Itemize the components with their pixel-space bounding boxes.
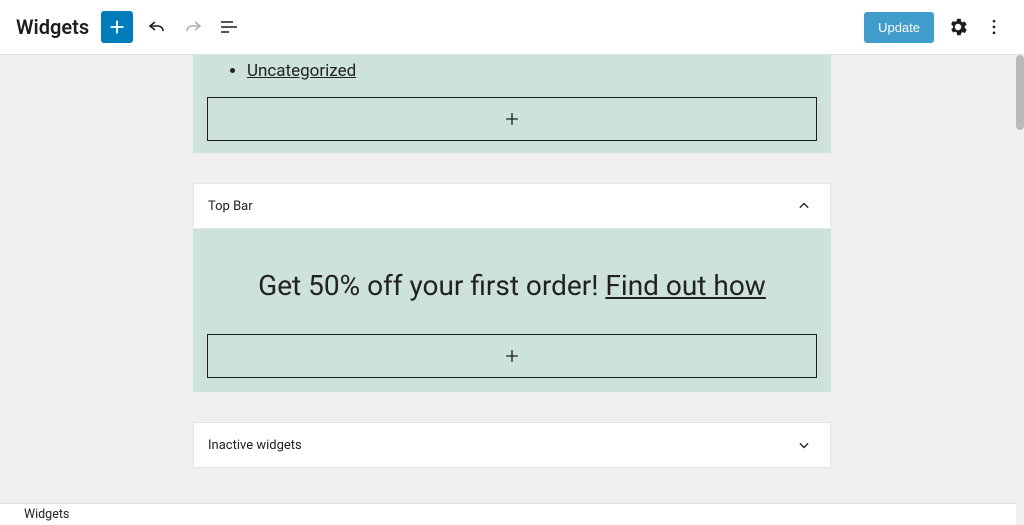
- redo-button[interactable]: [175, 9, 211, 45]
- category-link[interactable]: Uncategorized: [247, 61, 356, 81]
- widget-area-header[interactable]: Inactive widgets: [193, 422, 831, 468]
- add-block-appender[interactable]: [207, 334, 817, 378]
- promo-link[interactable]: Find out how: [605, 269, 765, 302]
- editor-canvas: Uncategorized Top Bar Get 50%: [0, 55, 1024, 503]
- scrollbar-thumb[interactable]: [1016, 55, 1024, 130]
- add-block-appender[interactable]: [207, 97, 817, 141]
- breadcrumb-item[interactable]: Widgets: [24, 507, 69, 522]
- settings-button[interactable]: [940, 9, 976, 45]
- plus-icon: [502, 346, 522, 366]
- promo-text: Get 50% off your first order!: [258, 269, 605, 302]
- widget-area-title: Inactive widgets: [208, 438, 302, 453]
- list-view-icon: [217, 15, 241, 39]
- update-button[interactable]: Update: [864, 12, 934, 43]
- paragraph-block[interactable]: Get 50% off your first order! Find out h…: [207, 269, 817, 302]
- more-vertical-icon: [984, 17, 1004, 37]
- chevron-down-icon: [794, 435, 814, 455]
- undo-button[interactable]: [139, 9, 175, 45]
- categories-block[interactable]: Uncategorized: [207, 55, 817, 97]
- category-item: Uncategorized: [247, 61, 817, 81]
- gear-icon: [947, 16, 969, 38]
- undo-icon: [145, 15, 169, 39]
- widget-area-body: Get 50% off your first order! Find out h…: [193, 229, 831, 392]
- page-title: Widgets: [16, 15, 89, 39]
- more-options-button[interactable]: [976, 9, 1012, 45]
- plus-icon: [106, 16, 128, 38]
- editor-toolbar: Widgets Update: [0, 0, 1024, 55]
- chevron-up-icon: [794, 196, 814, 216]
- widget-area-title: Top Bar: [208, 199, 253, 214]
- list-view-button[interactable]: [211, 9, 247, 45]
- plus-icon: [502, 109, 522, 129]
- widget-area-body: Uncategorized: [193, 55, 831, 153]
- block-breadcrumb[interactable]: Widgets: [0, 503, 1016, 525]
- widget-area-header[interactable]: Top Bar: [193, 183, 831, 229]
- add-block-button[interactable]: [101, 11, 133, 43]
- redo-icon: [181, 15, 205, 39]
- widget-area-top-bar: Top Bar Get 50% off your first order! Fi…: [193, 183, 831, 392]
- widget-area-inactive: Inactive widgets: [193, 422, 831, 468]
